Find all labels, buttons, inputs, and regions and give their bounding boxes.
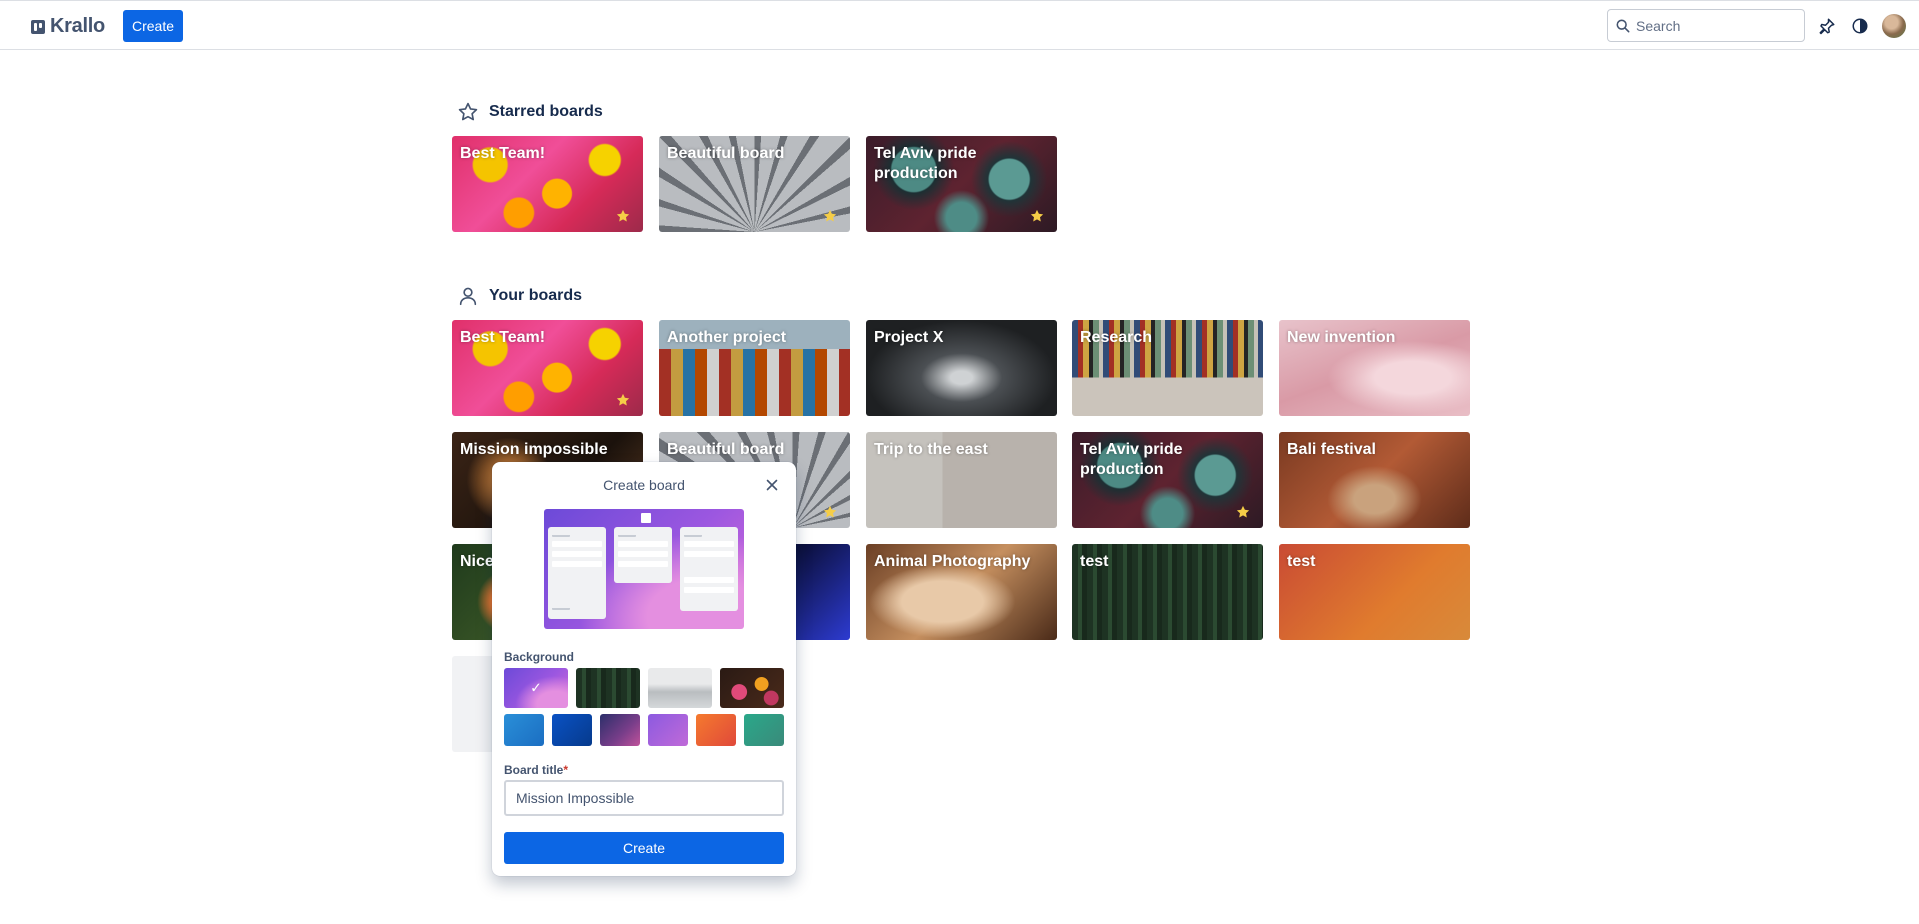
star-outline-icon — [458, 102, 478, 121]
search-box[interactable] — [1607, 9, 1805, 42]
board-tile[interactable]: Project X — [866, 320, 1057, 416]
preview-list — [548, 527, 606, 619]
board-tile[interactable]: Best Team! — [452, 136, 643, 232]
star-icon[interactable] — [615, 208, 631, 224]
board-preview-logo-icon — [641, 513, 651, 523]
app-name: Krallo — [50, 15, 105, 37]
board-title-input[interactable] — [504, 780, 784, 816]
board-title: New invention — [1287, 329, 1396, 346]
background-color-purple[interactable] — [648, 714, 688, 746]
board-title: Project X — [874, 329, 944, 346]
board-title: Research — [1080, 329, 1153, 346]
board-tile[interactable]: Tel Aviv pride production — [1072, 432, 1263, 528]
star-icon[interactable] — [1029, 208, 1045, 224]
board-tile[interactable]: test — [1279, 544, 1470, 640]
starred-boards-header: Starred boards — [457, 101, 603, 123]
create-board-popover: Create board Background ✓ Board title* M… — [492, 462, 796, 876]
board-title: test — [1287, 553, 1316, 570]
popover-title: Create board — [603, 477, 685, 493]
board-tile[interactable]: Beautiful board — [659, 136, 850, 232]
board-title: Another project — [667, 329, 787, 346]
board-title: Tel Aviv pride production — [1080, 441, 1183, 478]
create-button[interactable]: Create — [123, 10, 183, 42]
preview-list — [680, 527, 738, 611]
background-option-pebbles[interactable] — [720, 668, 784, 708]
pin-icon[interactable] — [1815, 14, 1839, 38]
star-icon[interactable] — [822, 504, 838, 520]
board-title-label: Board title* — [504, 763, 569, 777]
user-icon — [459, 287, 477, 306]
background-option-purple-waves[interactable]: ✓ — [504, 668, 568, 708]
user-avatar[interactable] — [1882, 14, 1906, 38]
board-title: Beautiful board — [667, 441, 785, 458]
board-tile[interactable]: Best Team! — [452, 320, 643, 416]
search-input[interactable] — [1636, 17, 1796, 34]
board-title: Best Team! — [460, 329, 546, 346]
board-title: test — [1080, 553, 1109, 570]
board-tile[interactable]: Tel Aviv pride production — [866, 136, 1057, 232]
top-navigation-bar: Krallo Create — [0, 0, 1919, 50]
check-icon: ✓ — [530, 679, 542, 696]
background-color-orange[interactable] — [696, 714, 736, 746]
background-color-blue[interactable] — [504, 714, 544, 746]
board-tile[interactable]: Trip to the east — [866, 432, 1057, 528]
theme-toggle-icon[interactable] — [1848, 14, 1872, 38]
preview-list — [614, 527, 672, 583]
board-title: Best Team! — [460, 145, 546, 162]
board-title: Animal Photography — [874, 553, 1031, 570]
required-indicator: * — [563, 763, 569, 777]
board-tile[interactable]: New invention — [1279, 320, 1470, 416]
board-title: Trip to the east — [874, 441, 988, 458]
app-logo[interactable]: Krallo — [31, 15, 105, 38]
close-icon[interactable] — [764, 477, 780, 493]
board-tile[interactable]: Bali festival — [1279, 432, 1470, 528]
section-title: Your boards — [489, 287, 583, 304]
background-color-dark-blue[interactable] — [552, 714, 592, 746]
board-title: Tel Aviv pride production — [874, 145, 977, 182]
board-title: Beautiful board — [667, 145, 785, 162]
board-tile[interactable]: Research — [1072, 320, 1263, 416]
krallo-logo-icon — [31, 19, 45, 34]
create-board-button[interactable]: Create — [504, 832, 784, 864]
background-color-teal[interactable] — [744, 714, 784, 746]
background-option-beach[interactable] — [648, 668, 712, 708]
star-icon[interactable] — [822, 208, 838, 224]
board-tile[interactable]: Another project — [659, 320, 850, 416]
board-title: Bali festival — [1287, 441, 1376, 458]
background-color-night[interactable] — [600, 714, 640, 746]
search-icon — [1616, 19, 1630, 32]
background-option-forest[interactable] — [576, 668, 640, 708]
section-title: Starred boards — [489, 103, 603, 120]
star-icon[interactable] — [1235, 504, 1251, 520]
your-boards-header: Your boards — [457, 285, 582, 307]
background-label: Background — [504, 650, 575, 664]
board-title: Mission impossible — [460, 441, 608, 458]
board-preview — [544, 509, 744, 629]
board-tile[interactable]: Animal Photography — [866, 544, 1057, 640]
board-tile[interactable]: test — [1072, 544, 1263, 640]
star-icon[interactable] — [615, 392, 631, 408]
